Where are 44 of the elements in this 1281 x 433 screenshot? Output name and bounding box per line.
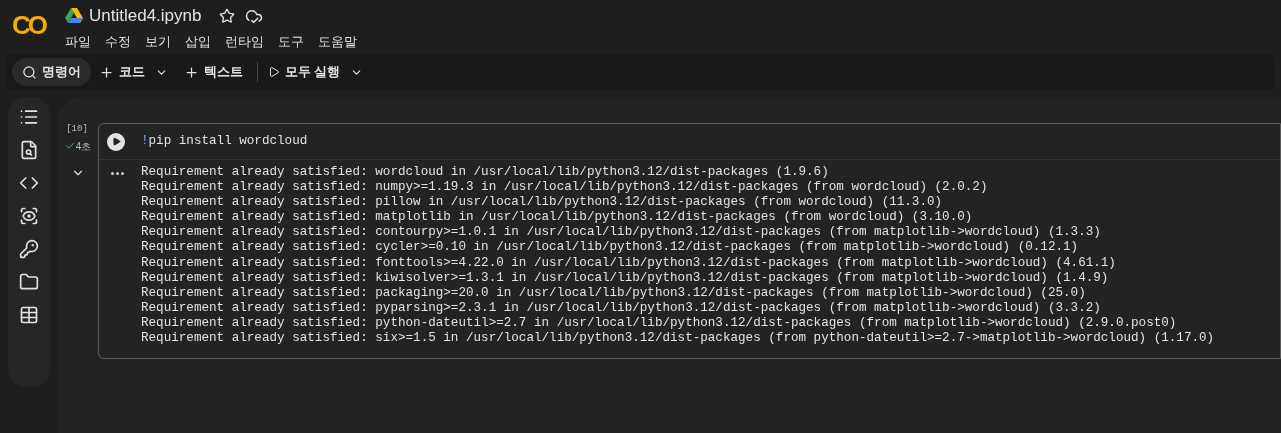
run-button[interactable] [107, 132, 125, 151]
menu-item[interactable]: 삽입 [185, 33, 211, 52]
run-time: 4초 [75, 139, 92, 154]
star-icon[interactable] [219, 8, 236, 24]
list-icon[interactable] [19, 107, 39, 127]
add-text-button[interactable]: 텍스트 [176, 58, 251, 86]
output-line: Requirement already satisfied: python-dateutil>=2.7 in /usr/local/lib/python3.12/dist-packages (from matplotlib->wordcloud) (2.9.0.post0) [141, 315, 1178, 332]
app-logo[interactable]: CO [12, 12, 52, 38]
plus-icon [184, 64, 199, 80]
output-line: Requirement already satisfied: pillow in /usr/local/lib/python3.12/dist-packages (from wordcloud) (11.3.0) [141, 195, 944, 211]
folder-icon[interactable] [19, 272, 39, 292]
cloud-check-icon[interactable] [245, 7, 264, 25]
menu-item[interactable]: 파일 [65, 33, 91, 52]
search-icon [22, 64, 37, 80]
menu-item[interactable]: 도구 [278, 33, 304, 52]
file-search-icon[interactable] [19, 140, 39, 160]
output-line: Requirement already satisfied: packaging>=20.0 in /usr/local/lib/python3.12/dist-packages (from matplotlib->wordcloud) (25.0) [141, 285, 1087, 301]
table-icon[interactable] [19, 305, 39, 325]
output-line: Requirement already satisfied: pyparsing>=2.3.1 in /usr/local/lib/python3.12/dist-packages (from matplotlib->wordcloud) (3.3.2) [141, 300, 1102, 316]
plus-icon [99, 64, 114, 80]
drive-icon [65, 8, 83, 24]
play-icon [111, 137, 121, 146]
output-line: Requirement already satisfied: cycler>=0.10 in /usr/local/lib/python3.12/dist-packages (from matplotlib->wordcloud) (0.12.1) [141, 240, 1080, 256]
key-icon[interactable] [19, 239, 39, 259]
run-all-button[interactable]: 모두 실행 [264, 58, 345, 86]
output-line: Requirement already satisfied: contourpy>=1.0.1 in /usr/local/lib/python3.12/dist-packages (from matplotlib->wordcloud) (1.3.3) [141, 225, 1102, 241]
more-icon[interactable] [111, 172, 124, 175]
output-line: Requirement already satisfied: numpy>=1.19.3 in /usr/local/lib/python3.12/dist-packages (from wordcloud) (2.0.2) [141, 180, 989, 196]
output-line: Requirement already satisfied: fonttools>=4.22.0 in /usr/local/lib/python3.12/dist-packages (from matplotlib->wordcloud) (4.61.1) [141, 255, 1117, 271]
output-line: Requirement already satisfied: kiwisolver>=1.3.1 in /usr/local/lib/python3.12/dist-packages (from matplotlib->wordcloud) (1.4.9) [141, 270, 1110, 286]
code-line[interactable]: !pip install wordcloud [141, 132, 308, 151]
menu-item[interactable]: 도움말 [318, 33, 357, 52]
eye-icon[interactable] [19, 206, 39, 226]
output-line: Requirement already satisfied: matplotlib in /usr/local/lib/python3.12/dist-packages (from wordcloud) (3.10.0) [141, 210, 974, 226]
add-code-button[interactable]: 코드 [91, 58, 153, 86]
play-icon [268, 66, 280, 78]
menu-item[interactable]: 런타임 [225, 33, 264, 52]
notebook-title[interactable]: Untitled4.ipynb [89, 3, 202, 29]
menu-item[interactable]: 보기 [145, 33, 171, 52]
menu-item[interactable]: 수정 [105, 33, 131, 52]
command-button[interactable]: 명령어 [12, 58, 91, 86]
output-line: Requirement already satisfied: six>=1.5 in /usr/local/lib/python3.12/dist-packages (from python-dateutil>=2.7->matplotlib->wordcloud) (1.17.0) [141, 331, 1215, 347]
execution-count: [10] [66, 123, 88, 136]
output-line: Requirement already satisfied: wordcloud in /usr/local/lib/python3.12/dist-packages (1.9.6) [141, 165, 830, 181]
